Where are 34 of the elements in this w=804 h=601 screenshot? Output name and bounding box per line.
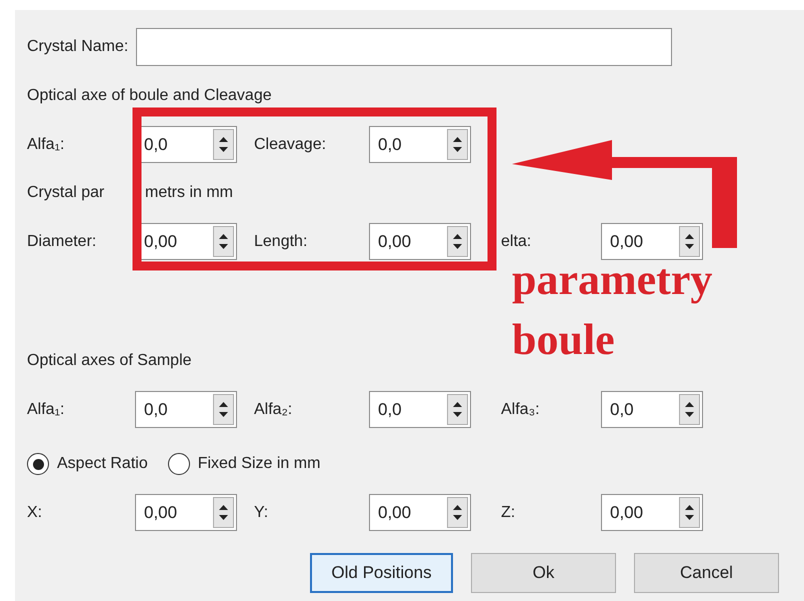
section-heading: metrs in mm xyxy=(145,184,233,201)
section-heading: Crystal par xyxy=(27,184,104,201)
spin-box[interactable]: 0,0 xyxy=(601,391,703,428)
spin-box[interactable]: 0,00 xyxy=(601,223,703,260)
dialog-button[interactable]: Old Positions xyxy=(310,553,453,593)
field-label: Y: xyxy=(254,504,268,520)
text-field[interactable] xyxy=(136,28,672,66)
field-label: Alfa₃: xyxy=(501,400,540,418)
dialog-button[interactable]: Cancel xyxy=(634,553,779,593)
field-label: Alfa₂: xyxy=(254,400,292,418)
spin-box[interactable]: 0,00 xyxy=(601,494,703,531)
field-label: Crystal Name: xyxy=(27,37,128,57)
field-label: Cleavage: xyxy=(254,136,326,152)
spin-box[interactable]: 0,00 xyxy=(369,223,471,260)
spin-box[interactable]: 0,00 xyxy=(135,494,237,531)
spin-box[interactable]: 0,0 xyxy=(369,391,471,428)
radio-label[interactable]: Aspect Ratio xyxy=(57,452,148,476)
field-label: Alfa₁: xyxy=(27,400,64,418)
spin-box[interactable]: 0,00 xyxy=(369,494,471,531)
spin-box[interactable]: 0,0 xyxy=(369,126,471,163)
dialog-button[interactable]: Ok xyxy=(471,553,616,593)
field-label: X: xyxy=(27,504,42,520)
section-heading: Optical axes of Sample xyxy=(27,351,192,371)
annotation-text: boule xyxy=(512,314,615,366)
field-label: Diameter: xyxy=(27,232,96,250)
radio-label[interactable]: Fixed Size in mm xyxy=(198,452,320,476)
spin-box[interactable]: 0,0 xyxy=(135,391,237,428)
radio-button[interactable] xyxy=(168,453,190,475)
radio-button[interactable] xyxy=(27,453,49,475)
field-label: Length: xyxy=(254,232,308,250)
field-label: Alfa₁: xyxy=(27,136,64,152)
section-heading: Optical axe of boule and Cleavage xyxy=(27,86,272,106)
field-label: Z: xyxy=(501,504,516,520)
field-label: elta: xyxy=(501,232,532,250)
